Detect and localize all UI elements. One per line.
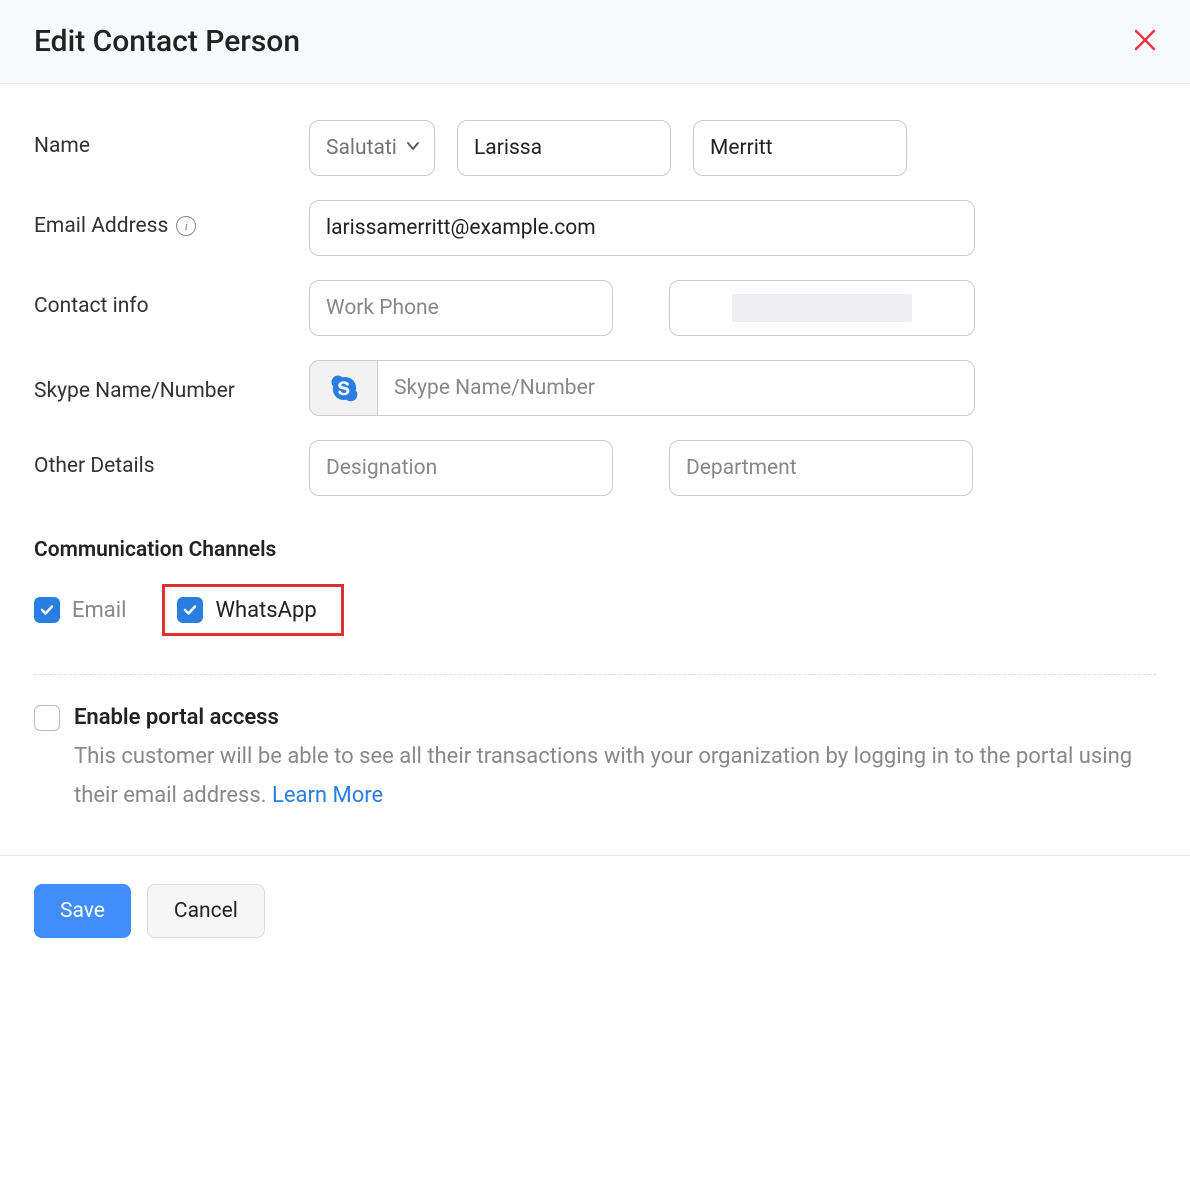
channel-whatsapp-label: WhatsApp (215, 598, 316, 623)
mobile-redacted (732, 294, 912, 322)
channels-row: Email WhatsApp (34, 584, 1156, 636)
divider (34, 674, 1156, 675)
channels-heading: Communication Channels (34, 538, 1156, 562)
learn-more-link[interactable]: Learn More (272, 783, 383, 808)
modal-header: Edit Contact Person (0, 0, 1190, 84)
designation-input[interactable] (309, 440, 613, 496)
email-label: Email Address i (34, 200, 309, 238)
checkbox-checked-icon (34, 597, 60, 623)
checkbox-checked-icon (177, 597, 203, 623)
channel-whatsapp[interactable]: WhatsApp (177, 597, 316, 623)
save-button[interactable]: Save (34, 884, 131, 938)
salutation-select[interactable] (309, 120, 435, 176)
channel-email-label: Email (72, 598, 126, 623)
portal-description: This customer will be able to see all th… (74, 738, 1156, 815)
modal-body: Name Email Address i (0, 84, 1190, 855)
skype-label: Skype Name/Number (34, 360, 309, 410)
email-input[interactable] (309, 200, 975, 256)
whatsapp-highlight: WhatsApp (162, 584, 343, 636)
portal-section: Enable portal access This customer will … (34, 705, 1156, 815)
close-icon[interactable] (1134, 27, 1156, 57)
work-phone-input[interactable] (309, 280, 613, 336)
salutation-select-wrap (309, 120, 435, 176)
skype-input-group (309, 360, 975, 416)
department-input[interactable] (669, 440, 973, 496)
modal-footer: Save Cancel (0, 855, 1190, 966)
modal-title: Edit Contact Person (34, 24, 300, 59)
portal-description-text: This customer will be able to see all th… (74, 744, 1132, 808)
name-label: Name (34, 120, 309, 158)
skype-icon (309, 360, 377, 416)
cancel-button[interactable]: Cancel (147, 884, 265, 938)
first-name-input[interactable] (457, 120, 671, 176)
portal-checkbox[interactable] (34, 705, 60, 731)
skype-row: Skype Name/Number (34, 360, 1156, 416)
other-details-label: Other Details (34, 440, 309, 478)
email-label-text: Email Address (34, 214, 168, 238)
contact-info-label: Contact info (34, 280, 309, 318)
last-name-input[interactable] (693, 120, 907, 176)
email-row: Email Address i (34, 200, 1156, 256)
info-icon[interactable]: i (176, 216, 196, 236)
channel-email[interactable]: Email (34, 597, 126, 623)
edit-contact-modal: Edit Contact Person Name (0, 0, 1190, 966)
other-details-row: Other Details (34, 440, 1156, 496)
mobile-input[interactable] (669, 280, 975, 336)
contact-info-row: Contact info (34, 280, 1156, 336)
name-row: Name (34, 120, 1156, 176)
portal-label: Enable portal access (74, 705, 1156, 730)
skype-input[interactable] (377, 360, 975, 416)
